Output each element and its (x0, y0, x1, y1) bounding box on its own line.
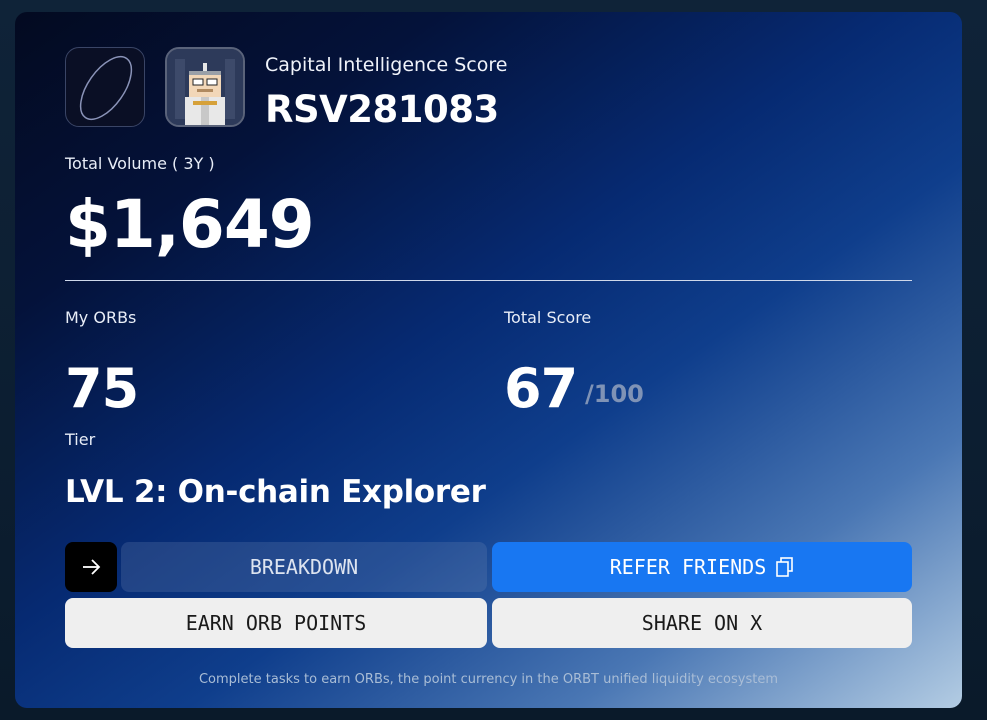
earn-orb-points-button[interactable]: EARN ORB POINTS (65, 598, 487, 648)
total-score-label: Total Score (504, 308, 592, 327)
tier-label: Tier (65, 430, 96, 449)
share-on-x-button[interactable]: SHARE ON X (492, 598, 912, 648)
orbs-label: My ORBs (65, 308, 137, 327)
pixel-character-icon (167, 49, 243, 125)
score-id: RSV281083 (265, 88, 499, 131)
orb-avatar (65, 47, 145, 127)
orbs-value: 75 (65, 357, 139, 420)
pixel-avatar (165, 47, 245, 127)
total-score-max: /100 (585, 380, 644, 408)
arrow-right-icon (83, 559, 101, 575)
footer-note: Complete tasks to earn ORBs, the point c… (198, 672, 778, 687)
copy-icon (776, 557, 794, 577)
earn-orb-points-label: EARN ORB POINTS (185, 611, 367, 635)
total-volume-value: $1,649 (65, 186, 315, 263)
score-label: Capital Intelligence Score (265, 54, 508, 76)
divider (65, 280, 912, 281)
total-volume-label: Total Volume ( 3Y ) (65, 154, 215, 173)
score-card: Capital Intelligence Score RSV281083 Tot… (15, 12, 962, 708)
share-on-x-label: SHARE ON X (641, 611, 763, 635)
tier-value: LVL 2: On-chain Explorer (65, 474, 486, 510)
arrow-button[interactable] (65, 542, 117, 592)
total-score-value: 67 (504, 357, 578, 420)
breakdown-label: BREAKDOWN (249, 555, 359, 579)
refer-friends-label: REFER FRIENDS (609, 555, 767, 579)
orb-ring-icon (79, 56, 133, 120)
breakdown-button[interactable]: BREAKDOWN (121, 542, 487, 592)
refer-friends-button[interactable]: REFER FRIENDS (492, 542, 912, 592)
